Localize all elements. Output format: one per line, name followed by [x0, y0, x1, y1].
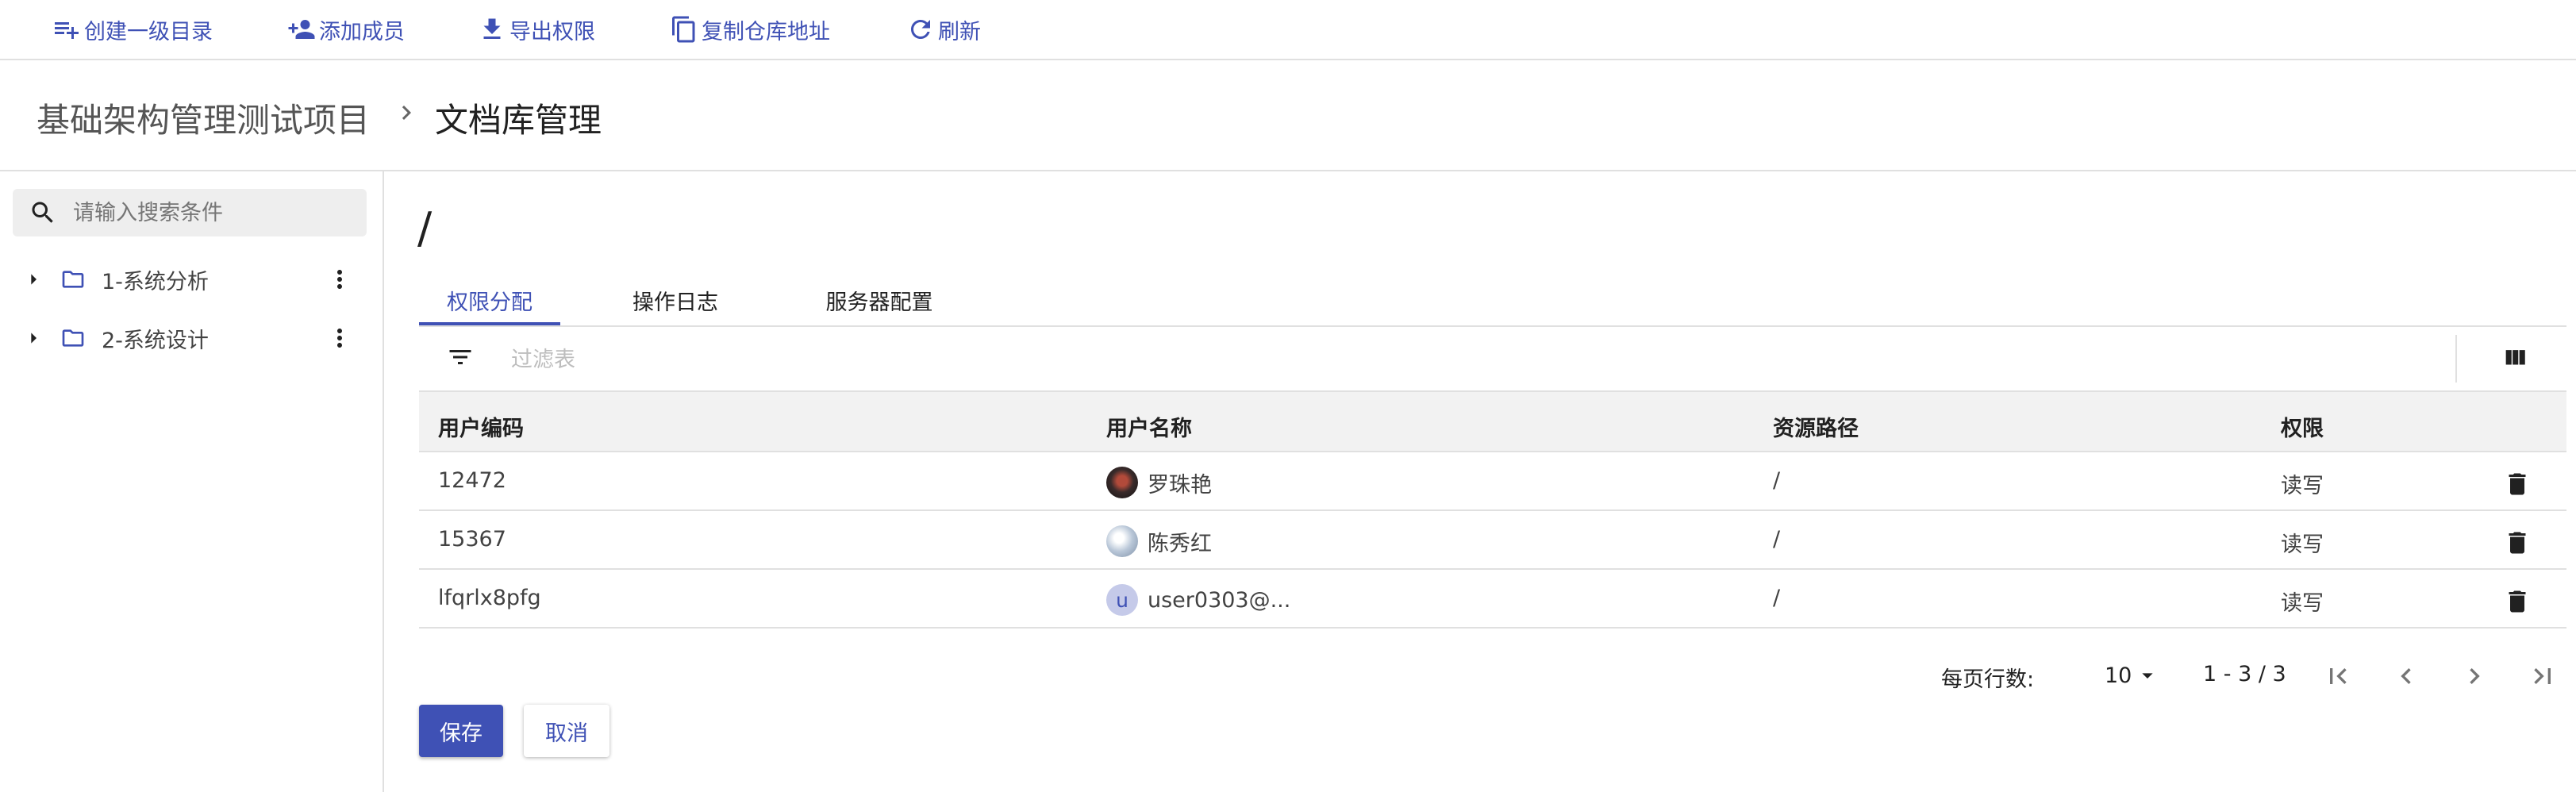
- first-page-icon[interactable]: [2322, 660, 2354, 692]
- tab-permission-assignment[interactable]: 权限分配: [419, 275, 560, 325]
- cell-resource-path: /: [1773, 527, 1781, 552]
- last-page-icon[interactable]: [2527, 660, 2559, 692]
- filter-icon[interactable]: [446, 343, 475, 371]
- add-member-button[interactable]: 添加成员: [287, 11, 405, 48]
- page-range: 1 - 3 / 3: [2203, 662, 2286, 686]
- tab-operation-log[interactable]: 操作日志: [592, 275, 759, 325]
- tree-item-system-design[interactable]: 2-系统设计: [0, 313, 384, 363]
- current-path: /: [417, 203, 433, 253]
- cell-user-name: 陈秀红: [1106, 525, 1212, 557]
- tree-item-system-analysis[interactable]: 1-系统分析: [0, 254, 384, 305]
- filter-bar: [419, 327, 2566, 392]
- copy-icon: [672, 16, 695, 43]
- cell-user-code: 15367: [438, 527, 506, 552]
- cell-permission[interactable]: 读写: [2281, 586, 2324, 617]
- export-permission-button[interactable]: 导出权限: [478, 11, 595, 48]
- page-title: 文档库管理: [435, 101, 602, 140]
- toolbar: 创建一级目录 添加成员 导出权限 复制仓库地址 刷新: [0, 0, 2576, 60]
- sidebar: 1-系统分析 2-系统设计: [0, 171, 384, 792]
- tab-indicator: [419, 322, 560, 325]
- expand-arrow-icon[interactable]: [21, 325, 46, 351]
- tab-label: 权限分配: [447, 290, 533, 315]
- chevron-left-icon[interactable]: [2390, 660, 2422, 692]
- rows-per-page-value: 10: [2105, 663, 2132, 688]
- cancel-button[interactable]: 取消: [524, 705, 609, 757]
- avatar-letter: u: [1106, 584, 1138, 616]
- delete-icon[interactable]: [2503, 470, 2532, 498]
- tree-item-label: 1-系统分析: [102, 269, 209, 294]
- avatar: [1106, 525, 1138, 557]
- playlist-add-icon: [55, 22, 79, 39]
- folder-icon: [62, 329, 84, 347]
- user-name: user0303@...: [1148, 587, 1291, 613]
- user-name: 陈秀红: [1148, 531, 1212, 556]
- folder-icon: [62, 271, 84, 288]
- sidebar-search: [13, 189, 367, 236]
- delete-icon[interactable]: [2503, 587, 2532, 616]
- table-row: 12472 罗珠艳 / 读写: [419, 452, 2566, 511]
- tab-label: 操作日志: [632, 290, 718, 315]
- filter-input[interactable]: [509, 344, 1148, 375]
- add-member-label: 添加成员: [319, 19, 405, 44]
- refresh-button[interactable]: 刷新: [906, 11, 981, 48]
- create-dir-button[interactable]: 创建一级目录: [52, 11, 213, 48]
- breadcrumb: 基础架构管理测试项目 文档库管理: [0, 60, 2576, 171]
- chevron-right-icon: [402, 106, 411, 120]
- avatar: [1106, 467, 1138, 498]
- chevron-right-icon[interactable]: [2459, 660, 2490, 692]
- rows-per-page-select[interactable]: 10: [2105, 657, 2160, 694]
- column-header-user-name[interactable]: 用户名称: [1106, 411, 1192, 442]
- cell-user-code: lfqrlx8pfg: [438, 586, 541, 610]
- table-row: lfqrlx8pfg u user0303@... / 读写: [419, 570, 2566, 629]
- rows-per-page-label: 每页行数:: [1941, 667, 2035, 692]
- delete-icon[interactable]: [2503, 529, 2532, 557]
- copy-repo-url-label: 复制仓库地址: [702, 19, 830, 44]
- pagination: 每页行数: 10 1 - 3 / 3: [419, 651, 2566, 698]
- export-permission-label: 导出权限: [509, 19, 595, 44]
- refresh-icon: [911, 19, 930, 39]
- user-name: 罗珠艳: [1148, 472, 1212, 498]
- cancel-label: 取消: [545, 721, 588, 746]
- refresh-label: 刷新: [938, 19, 981, 44]
- table-header: 用户编码 用户名称 资源路径 权限: [419, 392, 2566, 452]
- search-input[interactable]: [71, 199, 360, 226]
- cell-resource-path: /: [1773, 468, 1781, 493]
- tab-server-config[interactable]: 服务器配置: [784, 275, 975, 325]
- download-icon: [483, 18, 501, 39]
- tab-bar: 权限分配 操作日志 服务器配置: [419, 275, 2566, 327]
- breadcrumb-project[interactable]: 基础架构管理测试项目: [37, 94, 370, 142]
- cell-user-name: u user0303@...: [1106, 584, 1290, 616]
- tab-label: 服务器配置: [825, 290, 933, 315]
- filter-divider: [2455, 335, 2457, 383]
- view-column-icon[interactable]: [2501, 344, 2528, 371]
- column-header-permission[interactable]: 权限: [2281, 411, 2324, 442]
- save-button[interactable]: 保存: [419, 705, 503, 757]
- dropdown-arrow-icon: [2142, 673, 2154, 679]
- column-header-user-code[interactable]: 用户编码: [438, 411, 524, 442]
- create-dir-label: 创建一级目录: [84, 19, 213, 44]
- cell-permission[interactable]: 读写: [2281, 527, 2324, 558]
- column-header-resource-path[interactable]: 资源路径: [1773, 411, 1859, 442]
- save-label: 保存: [440, 721, 483, 746]
- cell-permission[interactable]: 读写: [2281, 468, 2324, 499]
- more-vert-icon[interactable]: [325, 324, 354, 352]
- expand-arrow-icon[interactable]: [21, 267, 46, 292]
- search-icon: [32, 202, 53, 223]
- tree-item-label: 2-系统设计: [102, 328, 209, 353]
- person-add-icon: [288, 20, 315, 39]
- cell-user-name: 罗珠艳: [1106, 467, 1212, 498]
- table-row: 15367 陈秀红 / 读写: [419, 511, 2566, 570]
- more-vert-icon[interactable]: [325, 265, 354, 294]
- cell-user-code: 12472: [438, 468, 506, 493]
- cell-resource-path: /: [1773, 586, 1781, 610]
- copy-repo-url-button[interactable]: 复制仓库地址: [670, 11, 830, 48]
